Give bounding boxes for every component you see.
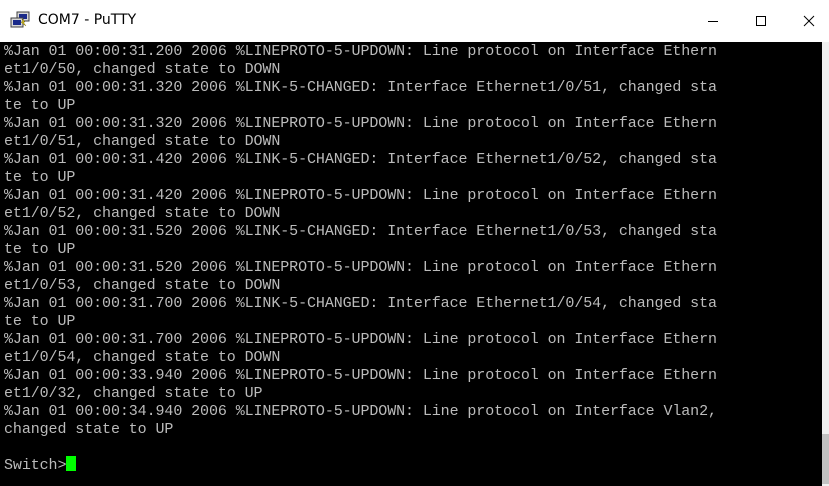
terminal-prompt: Switch> (4, 457, 67, 474)
terminal-line: te to UP (4, 313, 76, 330)
text-cursor (66, 456, 77, 471)
terminal-line: et1/0/54, changed state to DOWN (4, 349, 281, 366)
terminal-line: changed state to UP (4, 421, 174, 438)
minimize-icon (708, 21, 718, 22)
minimize-button[interactable] (690, 0, 736, 42)
terminal-line: %Jan 01 00:00:31.320 2006 %LINK-5-CHANGE… (4, 79, 717, 96)
terminal-line: %Jan 01 00:00:31.320 2006 %LINEPROTO-5-U… (4, 115, 717, 132)
terminal-line: %Jan 01 00:00:31.420 2006 %LINK-5-CHANGE… (4, 151, 717, 168)
maximize-icon (756, 16, 766, 26)
window-title: COM7 - PuTTY (38, 12, 137, 28)
terminal-line: te to UP (4, 241, 76, 258)
putty-computer-icon[interactable] (10, 11, 30, 29)
terminal-line: te to UP (4, 169, 76, 186)
terminal-line: te to UP (4, 97, 76, 114)
terminal-line: %Jan 01 00:00:34.940 2006 %LINEPROTO-5-U… (4, 403, 717, 420)
title-bar[interactable]: COM7 - PuTTY (0, 0, 829, 42)
terminal-line: %Jan 01 00:00:31.520 2006 %LINEPROTO-5-U… (4, 259, 717, 276)
putty-window: COM7 - PuTTY %Jan 01 00:00:31.200 2006 %… (0, 0, 829, 486)
terminal-output[interactable]: %Jan 01 00:00:31.200 2006 %LINEPROTO-5-U… (0, 42, 822, 486)
maximize-button[interactable] (738, 0, 784, 42)
terminal-line: et1/0/32, changed state to UP (4, 385, 263, 402)
close-icon (803, 15, 815, 27)
terminal-line: %Jan 01 00:00:31.700 2006 %LINEPROTO-5-U… (4, 331, 717, 348)
scrollbar-thumb[interactable] (822, 434, 829, 484)
vertical-scrollbar[interactable] (822, 42, 829, 486)
close-button[interactable] (786, 0, 829, 42)
terminal-line: %Jan 01 00:00:31.700 2006 %LINK-5-CHANGE… (4, 295, 717, 312)
terminal-line: %Jan 01 00:00:31.520 2006 %LINK-5-CHANGE… (4, 223, 717, 240)
terminal-line: et1/0/50, changed state to DOWN (4, 61, 281, 78)
terminal-line: et1/0/53, changed state to DOWN (4, 277, 281, 294)
terminal-prompt-line[interactable]: Switch> (4, 456, 77, 476)
terminal-line: et1/0/52, changed state to DOWN (4, 205, 281, 222)
terminal-line: %Jan 01 00:00:31.420 2006 %LINEPROTO-5-U… (4, 187, 717, 204)
terminal-line: %Jan 01 00:00:31.200 2006 %LINEPROTO-5-U… (4, 43, 717, 60)
terminal-line: %Jan 01 00:00:33.940 2006 %LINEPROTO-5-U… (4, 367, 717, 384)
terminal-line: et1/0/51, changed state to DOWN (4, 133, 281, 150)
